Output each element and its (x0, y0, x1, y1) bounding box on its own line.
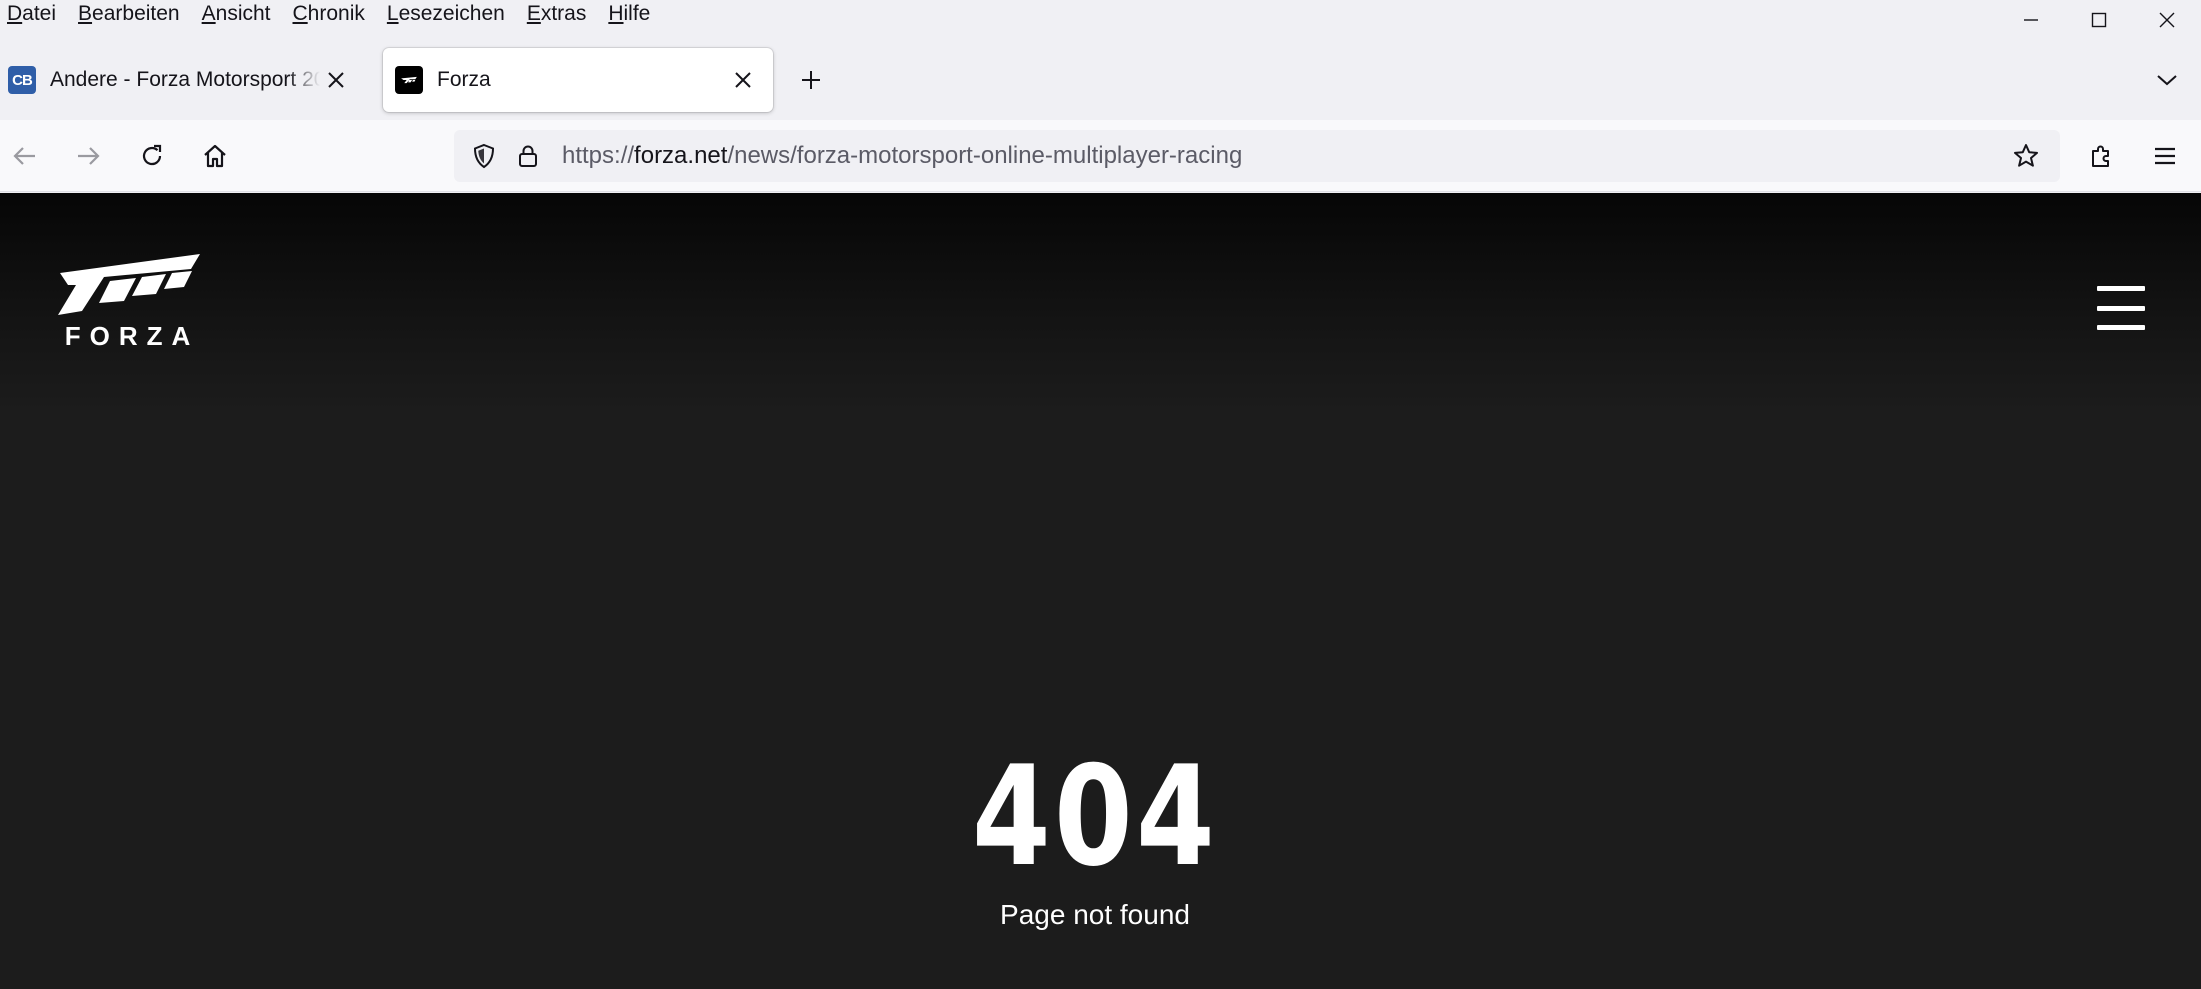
tab-close-button[interactable] (320, 64, 352, 96)
close-icon (735, 72, 751, 88)
arrow-right-icon (78, 147, 100, 165)
forza-wordmark: FORZA (64, 321, 200, 351)
cb-favicon-icon: CB (8, 66, 36, 94)
arrow-left-icon (13, 147, 35, 165)
maximize-icon (2091, 12, 2107, 28)
forza-favicon-icon (395, 66, 423, 94)
minimize-button[interactable] (1997, 0, 2065, 40)
browser-window: Datei Bearbeiten Ansicht Chronik Lesezei… (0, 0, 2201, 989)
extensions-button[interactable] (2079, 134, 2123, 178)
forza-logo[interactable]: FORZA (52, 253, 204, 353)
site-menu-button[interactable] (2097, 286, 2145, 330)
menu-bar: Datei Bearbeiten Ansicht Chronik Lesezei… (0, 0, 2201, 30)
url-bar[interactable]: https://forza.net/news/forza-motorsport-… (454, 130, 2060, 182)
bookmark-star-button[interactable] (2004, 134, 2048, 178)
chevron-down-icon (2157, 75, 2177, 86)
puzzle-icon (2092, 145, 2109, 167)
tab-strip: CB Andere - Forza Motorsport 2023 Forza (0, 40, 2201, 120)
menu-lesezeichen[interactable]: Lesezeichen (376, 0, 516, 30)
navigation-toolbar: https://forza.net/news/forza-motorsport-… (0, 120, 2201, 192)
url-path: /news/forza-motorsport-online-multiplaye… (727, 142, 1243, 169)
window-controls (1997, 0, 2201, 40)
web-page-content: FORZA 404 Page not found (0, 193, 2201, 989)
forza-emblem-icon (58, 254, 200, 315)
new-tab-button[interactable] (793, 62, 829, 98)
hamburger-line (2097, 286, 2145, 291)
menu-ansicht[interactable]: Ansicht (191, 0, 282, 30)
maximize-button[interactable] (2065, 0, 2133, 40)
menu-hilfe[interactable]: Hilfe (597, 0, 661, 30)
url-scheme: https:// (562, 142, 635, 169)
url-host: forza.net (634, 142, 728, 169)
tab-title: Forza (437, 68, 491, 91)
menu-datei[interactable]: Datei (0, 0, 67, 30)
forza-logo-icon (401, 76, 417, 84)
close-icon (2159, 12, 2175, 28)
close-window-button[interactable] (2133, 0, 2201, 40)
list-all-tabs-button[interactable] (2149, 62, 2185, 98)
error-code: 404 (971, 736, 1219, 897)
star-icon (2014, 144, 2038, 167)
app-menu-button[interactable] (2143, 134, 2187, 178)
site-security-button[interactable] (506, 134, 550, 178)
menu-icon (2155, 147, 2175, 165)
menu-bearbeiten[interactable]: Bearbeiten (67, 0, 191, 30)
menu-chronik[interactable]: Chronik (282, 0, 376, 30)
forward-button[interactable] (66, 134, 110, 178)
back-button[interactable] (3, 134, 47, 178)
home-button[interactable] (193, 134, 237, 178)
close-icon (328, 72, 344, 88)
lock-icon (519, 145, 537, 167)
tab-andere-forza[interactable]: CB Andere - Forza Motorsport 2023 (0, 48, 366, 112)
menu-items: Datei Bearbeiten Ansicht Chronik Lesezei… (0, 0, 661, 30)
tab-close-button[interactable] (727, 64, 759, 96)
hamburger-line (2097, 325, 2145, 330)
shield-icon (473, 143, 495, 169)
tracking-protection-button[interactable] (462, 134, 506, 178)
tab-title: Andere - Forza Motorsport 2023 (50, 68, 320, 91)
plus-icon (802, 71, 820, 89)
url-text[interactable]: https://forza.net/news/forza-motorsport-… (562, 142, 1242, 170)
hamburger-line (2097, 305, 2145, 311)
error-message: Page not found (1000, 899, 1190, 930)
reload-button[interactable] (130, 134, 174, 178)
minimize-icon (2024, 19, 2038, 21)
reload-icon (142, 144, 162, 166)
home-icon (204, 144, 226, 168)
tab-forza[interactable]: Forza (383, 48, 773, 112)
menu-extras[interactable]: Extras (516, 0, 598, 30)
